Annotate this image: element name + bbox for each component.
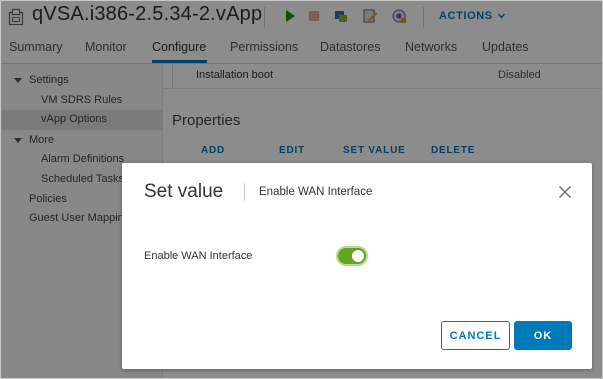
enable-wan-toggle[interactable] <box>338 248 366 264</box>
ok-button[interactable]: OK <box>514 321 572 350</box>
field-label: Enable WAN Interface <box>144 250 253 262</box>
toggle-knob <box>352 250 364 262</box>
dialog-subtitle: Enable WAN Interface <box>259 186 373 198</box>
cancel-button[interactable]: CANCEL <box>441 321 510 350</box>
dialog-title: Set value <box>144 181 224 202</box>
app-window: qVSA.i386-2.5.34-2.vApp ACTIONS Summary … <box>0 0 603 379</box>
divider <box>244 183 245 201</box>
close-icon[interactable] <box>558 185 572 199</box>
set-value-dialog: Set value Enable WAN Interface Enable WA… <box>122 163 592 369</box>
